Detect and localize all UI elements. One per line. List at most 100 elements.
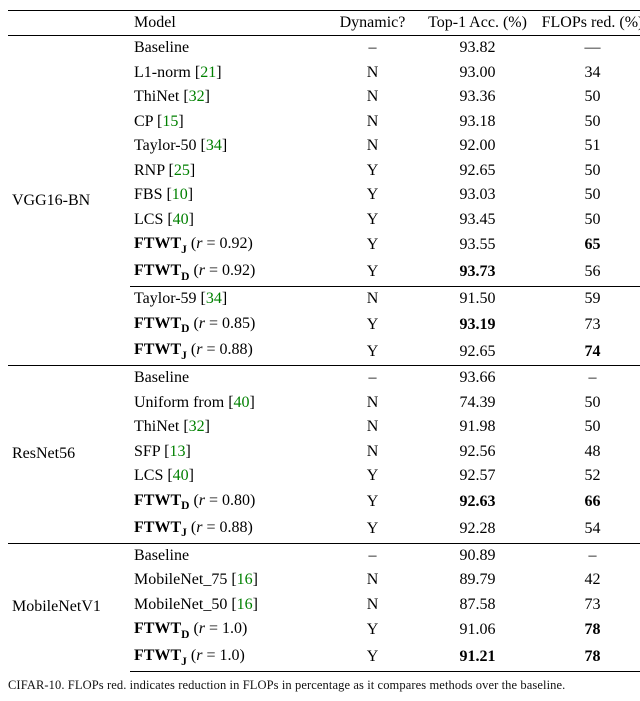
acc-cell: 91.98	[420, 415, 535, 439]
dynamic-cell: N	[325, 568, 420, 592]
family-label: VGG16-BN	[8, 36, 130, 366]
col-acc: Top-1 Acc. (%)	[420, 11, 535, 36]
dynamic-cell: N	[325, 134, 420, 158]
model-cell: FTWTD (r = 0.92)	[130, 259, 325, 286]
dynamic-cell: –	[325, 36, 420, 61]
acc-cell: 93.00	[420, 61, 535, 85]
dynamic-cell: N	[325, 593, 420, 617]
acc-cell: 87.58	[420, 593, 535, 617]
dynamic-cell: Y	[325, 232, 420, 259]
dynamic-cell: N	[325, 391, 420, 415]
acc-cell: 92.57	[420, 464, 535, 488]
flops-cell: 65	[535, 232, 640, 259]
acc-cell: 89.79	[420, 568, 535, 592]
dynamic-cell: Y	[325, 259, 420, 286]
acc-cell: 93.03	[420, 183, 535, 207]
flops-cell: 50	[535, 208, 640, 232]
acc-cell: 93.73	[420, 259, 535, 286]
flops-cell: 54	[535, 516, 640, 543]
model-cell: Taylor-50 [34]	[130, 134, 325, 158]
flops-cell: –	[535, 543, 640, 568]
acc-cell: 93.66	[420, 366, 535, 391]
flops-cell: 56	[535, 259, 640, 286]
dynamic-cell: Y	[325, 159, 420, 183]
acc-cell: 93.18	[420, 110, 535, 134]
col-model: Model	[130, 11, 325, 36]
model-cell: Baseline	[130, 366, 325, 391]
dynamic-cell: N	[325, 61, 420, 85]
acc-cell: 92.65	[420, 338, 535, 365]
model-cell: FTWTJ (r = 1.0)	[130, 644, 325, 671]
model-cell: FTWTJ (r = 0.88)	[130, 338, 325, 365]
model-cell: ThiNet [32]	[130, 415, 325, 439]
dynamic-cell: Y	[325, 464, 420, 488]
flops-cell: 52	[535, 464, 640, 488]
table-row: ResNet56Baseline–93.66–	[8, 366, 640, 391]
flops-cell: 78	[535, 644, 640, 671]
flops-cell: 50	[535, 159, 640, 183]
acc-cell: 92.28	[420, 516, 535, 543]
flops-cell: 73	[535, 593, 640, 617]
acc-cell: 92.65	[420, 159, 535, 183]
flops-cell: 50	[535, 85, 640, 109]
dynamic-cell: Y	[325, 208, 420, 232]
acc-cell: 92.00	[420, 134, 535, 158]
family-label: ResNet56	[8, 366, 130, 543]
col-dynamic: Dynamic?	[325, 11, 420, 36]
acc-cell: 93.19	[420, 312, 535, 339]
acc-cell: 92.56	[420, 440, 535, 464]
model-cell: FTWTD (r = 0.85)	[130, 312, 325, 339]
flops-cell: –	[535, 366, 640, 391]
model-cell: FTWTJ (r = 0.88)	[130, 516, 325, 543]
model-cell: FTWTD (r = 0.80)	[130, 489, 325, 516]
acc-cell: 90.89	[420, 543, 535, 568]
flops-cell: 74	[535, 338, 640, 365]
model-cell: MobileNet_50 [16]	[130, 593, 325, 617]
model-cell: Uniform from [40]	[130, 391, 325, 415]
acc-cell: 93.45	[420, 208, 535, 232]
flops-cell: 51	[535, 134, 640, 158]
dynamic-cell: N	[325, 287, 420, 312]
flops-cell: 50	[535, 391, 640, 415]
model-cell: MobileNet_75 [16]	[130, 568, 325, 592]
model-cell: FTWTD (r = 1.0)	[130, 617, 325, 644]
acc-cell: 91.06	[420, 617, 535, 644]
flops-cell: 50	[535, 183, 640, 207]
model-cell: L1-norm [21]	[130, 61, 325, 85]
dynamic-cell: Y	[325, 516, 420, 543]
model-cell: LCS [40]	[130, 464, 325, 488]
model-cell: LCS [40]	[130, 208, 325, 232]
acc-cell: 91.50	[420, 287, 535, 312]
col-flops: FLOPs red. (%)	[535, 11, 640, 36]
flops-cell: 42	[535, 568, 640, 592]
acc-cell: 91.21	[420, 644, 535, 671]
model-cell: CP [15]	[130, 110, 325, 134]
dynamic-cell: Y	[325, 644, 420, 671]
flops-cell: 50	[535, 415, 640, 439]
dynamic-cell: –	[325, 543, 420, 568]
model-cell: Baseline	[130, 36, 325, 61]
flops-cell: 50	[535, 110, 640, 134]
table-row: VGG16-BNBaseline–93.82—	[8, 36, 640, 61]
acc-cell: 92.63	[420, 489, 535, 516]
model-cell: SFP [13]	[130, 440, 325, 464]
acc-cell: 93.36	[420, 85, 535, 109]
model-cell: ThiNet [32]	[130, 85, 325, 109]
col-family	[8, 11, 130, 36]
flops-cell: 78	[535, 617, 640, 644]
dynamic-cell: N	[325, 415, 420, 439]
table-row: MobileNetV1Baseline–90.89–	[8, 543, 640, 568]
dynamic-cell: –	[325, 366, 420, 391]
header-row: ModelDynamic?Top-1 Acc. (%)FLOPs red. (%…	[8, 11, 640, 36]
dynamic-cell: N	[325, 85, 420, 109]
flops-cell: 59	[535, 287, 640, 312]
model-cell: Baseline	[130, 543, 325, 568]
dynamic-cell: N	[325, 440, 420, 464]
flops-cell: 48	[535, 440, 640, 464]
dynamic-cell: Y	[325, 617, 420, 644]
flops-cell: 73	[535, 312, 640, 339]
model-cell: Taylor-59 [34]	[130, 287, 325, 312]
flops-cell: 66	[535, 489, 640, 516]
dynamic-cell: Y	[325, 338, 420, 365]
model-cell: FTWTJ (r = 0.92)	[130, 232, 325, 259]
